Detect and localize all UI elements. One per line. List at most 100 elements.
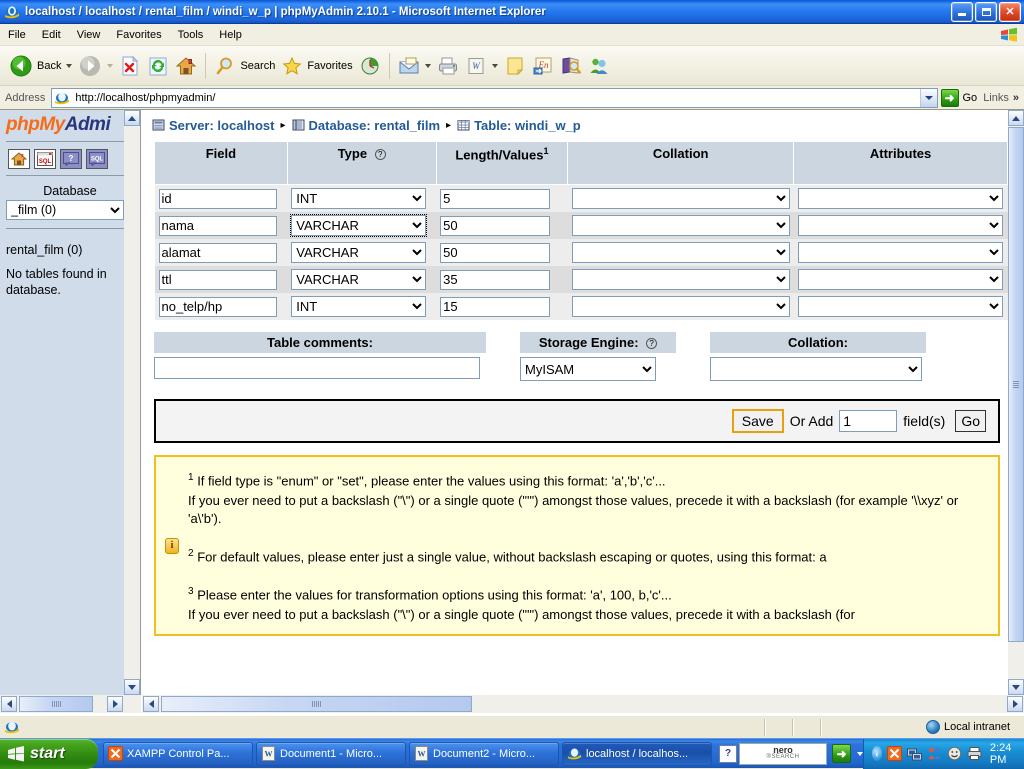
print-button[interactable]: [434, 49, 462, 83]
field-length-input[interactable]: [440, 188, 551, 209]
field-collation-select[interactable]: [571, 242, 790, 264]
breadcrumb-server-link[interactable]: Server: localhost: [169, 118, 275, 133]
storage-engine-help-icon[interactable]: ?: [646, 338, 658, 350]
security-zone[interactable]: Local intranet: [925, 720, 1024, 734]
taskbar-clock[interactable]: 2:24 PM: [990, 742, 1017, 766]
field-name-input[interactable]: [158, 242, 277, 263]
mail-button[interactable]: [395, 49, 434, 83]
field-type-select[interactable]: INT: [291, 188, 427, 210]
field-collation-select[interactable]: [571, 269, 790, 291]
field-collation-select[interactable]: [571, 296, 790, 318]
database-select[interactable]: _film (0): [6, 200, 124, 220]
nav-vertical-scrollbar[interactable]: [124, 110, 140, 695]
favorites-button[interactable]: Favorites: [278, 49, 355, 83]
taskbar-item-localhost[interactable]: localhost / localhos...: [562, 741, 712, 766]
close-button[interactable]: ✕: [999, 1, 1021, 22]
menu-item-view[interactable]: View: [69, 27, 109, 43]
nero-go-icon[interactable]: ➜: [832, 744, 851, 763]
history-button[interactable]: [356, 49, 384, 83]
table-collation-select[interactable]: [710, 357, 922, 382]
users-icon[interactable]: [927, 746, 942, 761]
menu-item-file[interactable]: File: [0, 27, 34, 43]
nav-scroll-right-button[interactable]: [107, 696, 123, 712]
menu-item-tools[interactable]: Tools: [170, 27, 212, 43]
main-scroll-right-button[interactable]: [1007, 696, 1023, 712]
save-button[interactable]: Save: [731, 409, 784, 434]
nav-current-database[interactable]: rental_film (0): [0, 233, 140, 257]
address-input[interactable]: [73, 90, 920, 105]
field-length-input[interactable]: [440, 269, 551, 290]
menu-item-edit[interactable]: Edit: [34, 27, 69, 43]
main-horizontal-scrollbar[interactable]: [142, 695, 1024, 713]
storage-engine-select[interactable]: MyISAM: [520, 357, 656, 382]
nav-scroll-up-button[interactable]: [124, 110, 140, 126]
field-collation-select[interactable]: [571, 188, 790, 210]
phpmyadmin-logo[interactable]: phpMyAdmi: [0, 110, 140, 139]
address-input-wrap[interactable]: [51, 87, 938, 108]
smiley-icon[interactable]: [947, 746, 962, 761]
field-length-input[interactable]: [440, 242, 551, 263]
search-button[interactable]: Search: [211, 49, 278, 83]
taskbar-item-document2[interactable]: W Document2 - Micro...: [409, 741, 559, 766]
field-name-input[interactable]: [158, 296, 277, 317]
breadcrumb-table-link[interactable]: Table: windi_w_p: [474, 118, 581, 133]
field-name-input[interactable]: [158, 188, 277, 209]
maximize-button[interactable]: [975, 1, 997, 22]
field-attributes-select[interactable]: [797, 215, 1003, 237]
field-attributes-select[interactable]: [797, 242, 1003, 264]
show-hidden-icons-button[interactable]: ‹: [872, 746, 882, 761]
type-help-icon[interactable]: ?: [374, 149, 386, 160]
taskbar-item-xampp[interactable]: XAMPP Control Pa...: [103, 741, 253, 766]
stop-button[interactable]: [116, 49, 144, 83]
field-collation-select[interactable]: [571, 215, 790, 237]
sql-icon[interactable]: SQL: [34, 149, 56, 169]
back-dropdown-icon[interactable]: [66, 63, 73, 68]
main-scroll-left-button[interactable]: [143, 696, 159, 712]
field-type-select[interactable]: VARCHAR: [291, 269, 427, 291]
menu-item-help[interactable]: Help: [211, 27, 250, 43]
xampp-tray-icon[interactable]: [886, 746, 902, 761]
main-scroll-up-button[interactable]: [1008, 110, 1024, 126]
toolbar-overflow-icon[interactable]: »: [1013, 92, 1024, 104]
refresh-button[interactable]: [144, 49, 172, 83]
encarta-button[interactable]: [557, 49, 585, 83]
field-length-input[interactable]: [440, 296, 551, 317]
start-button[interactable]: start: [0, 738, 98, 769]
nav-scroll-down-button[interactable]: [124, 679, 140, 695]
main-vertical-scrollbar[interactable]: [1008, 110, 1024, 695]
home-button[interactable]: [172, 49, 200, 83]
taskbar-item-document1[interactable]: W Document1 - Micro...: [256, 741, 406, 766]
main-hscroll-thumb[interactable]: [161, 696, 472, 712]
notes-button[interactable]: [501, 49, 529, 83]
help-icon[interactable]: ?: [60, 149, 82, 169]
links-label[interactable]: Links: [983, 92, 1013, 104]
edit-dropdown-icon[interactable]: [491, 63, 498, 68]
help-tray-icon[interactable]: ?: [719, 744, 737, 763]
main-vscroll-thumb[interactable]: [1008, 127, 1024, 642]
field-type-select[interactable]: INT: [291, 296, 427, 318]
people-button[interactable]: [585, 49, 613, 83]
printer-icon[interactable]: [967, 746, 982, 761]
address-dropdown-button[interactable]: [919, 88, 937, 107]
field-name-input[interactable]: [158, 269, 277, 290]
field-type-select[interactable]: VARCHAR: [290, 214, 428, 238]
nav-hscroll-thumb[interactable]: [19, 696, 93, 712]
messenger-note-button[interactable]: En: [529, 49, 557, 83]
field-name-input[interactable]: [158, 215, 277, 236]
table-comments-input[interactable]: [154, 357, 480, 380]
menu-item-favorites[interactable]: Favorites: [108, 27, 169, 43]
field-attributes-select[interactable]: [797, 296, 1003, 318]
main-scroll-down-button[interactable]: [1008, 679, 1024, 695]
nav-horizontal-scrollbar[interactable]: [0, 695, 141, 713]
mail-dropdown-icon[interactable]: [424, 63, 431, 68]
field-length-input[interactable]: [440, 215, 551, 236]
field-attributes-select[interactable]: [797, 269, 1003, 291]
go-button[interactable]: ➜ Go: [938, 88, 984, 107]
add-fields-input[interactable]: [839, 410, 898, 433]
nav-scroll-left-button[interactable]: [1, 696, 17, 712]
go-add-fields-button[interactable]: Go: [955, 410, 986, 433]
field-attributes-select[interactable]: [797, 188, 1003, 210]
sql-history-icon[interactable]: SQL: [86, 149, 108, 169]
field-type-select[interactable]: VARCHAR: [291, 242, 427, 264]
breadcrumb-database-link[interactable]: Database: rental_film: [309, 118, 441, 133]
